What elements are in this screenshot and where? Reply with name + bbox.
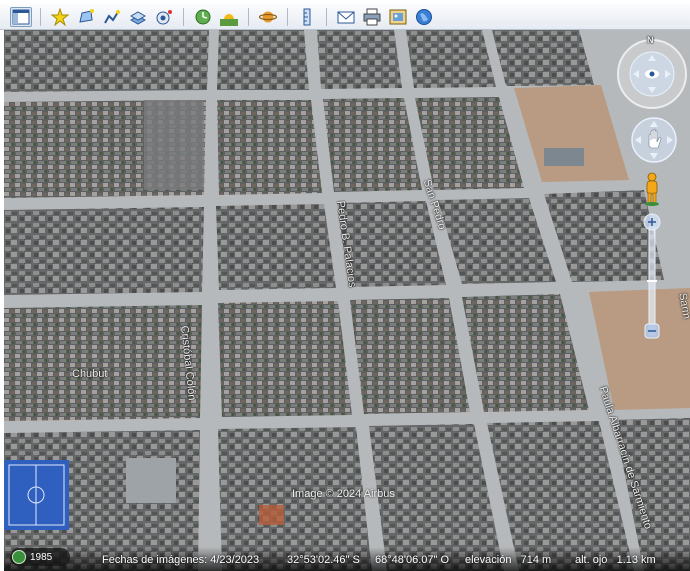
planet-icon	[259, 11, 277, 22]
pushpin-star-icon	[51, 7, 69, 26]
status-bar: Fechas de imágenes: 4/23/2023 32°53'02.4…	[4, 547, 690, 571]
clock-icon	[12, 550, 26, 564]
record-tour-icon	[156, 9, 172, 24]
path-icon	[104, 9, 120, 23]
street-view-pegman[interactable]	[642, 172, 662, 206]
historical-year-badge[interactable]: 1985	[10, 548, 70, 566]
toolbar-separator	[248, 7, 249, 26]
save-image-button[interactable]	[387, 7, 409, 27]
record-tour-button[interactable]	[153, 7, 175, 27]
historical-year: 1985	[30, 551, 53, 563]
sunrise-icon	[220, 13, 238, 26]
toolbar	[0, 4, 690, 30]
latitude-readout: 32°53'02.46" S	[287, 554, 360, 566]
email-button[interactable]	[335, 7, 357, 27]
printer-icon	[363, 8, 381, 25]
save-image-icon	[389, 9, 407, 24]
toolbar-separator	[183, 7, 184, 26]
print-button[interactable]	[361, 7, 383, 27]
envelope-icon	[337, 11, 355, 23]
globe-icon	[416, 8, 432, 25]
add-image-overlay-button[interactable]	[127, 7, 149, 27]
zoom-slider[interactable]	[642, 213, 662, 349]
imagery-date: Fechas de imágenes: 4/23/2023	[102, 554, 260, 566]
imagery-copyright: Image © 2024 Airbus	[292, 488, 395, 500]
view-in-maps-button[interactable]	[413, 7, 435, 27]
polygon-icon	[79, 8, 94, 23]
street-label-chubut: Chubut	[72, 368, 108, 380]
add-placemark-button[interactable]	[49, 7, 71, 27]
sidebar-toggle-button[interactable]	[10, 6, 32, 27]
toolbar-separator	[287, 7, 288, 26]
move-control[interactable]	[630, 116, 678, 164]
sidebar-icon	[12, 9, 30, 24]
switch-planet-button[interactable]	[257, 7, 279, 27]
look-control[interactable]	[616, 36, 688, 110]
ruler-button[interactable]	[296, 7, 318, 27]
add-path-button[interactable]	[101, 7, 123, 27]
historical-imagery-button[interactable]	[192, 7, 214, 27]
longitude-readout: 68°48'06.07" O	[375, 554, 450, 566]
compass-north-label: N	[647, 35, 654, 45]
image-overlay-icon	[129, 10, 147, 25]
ruler-icon	[303, 8, 311, 25]
clock-icon	[195, 9, 211, 24]
toolbar-separator	[326, 7, 327, 26]
toolbar-separator	[40, 7, 41, 26]
sunlight-button[interactable]	[218, 7, 240, 27]
elevation-readout: elevación 714 m	[465, 554, 552, 566]
add-polygon-button[interactable]	[75, 7, 97, 27]
eye-altitude-readout: alt. ojo 1.13 km	[575, 554, 656, 566]
aerial-map-view[interactable]: Chubut Cristóbal Colón Pedro B. Palacios…	[4, 30, 690, 571]
